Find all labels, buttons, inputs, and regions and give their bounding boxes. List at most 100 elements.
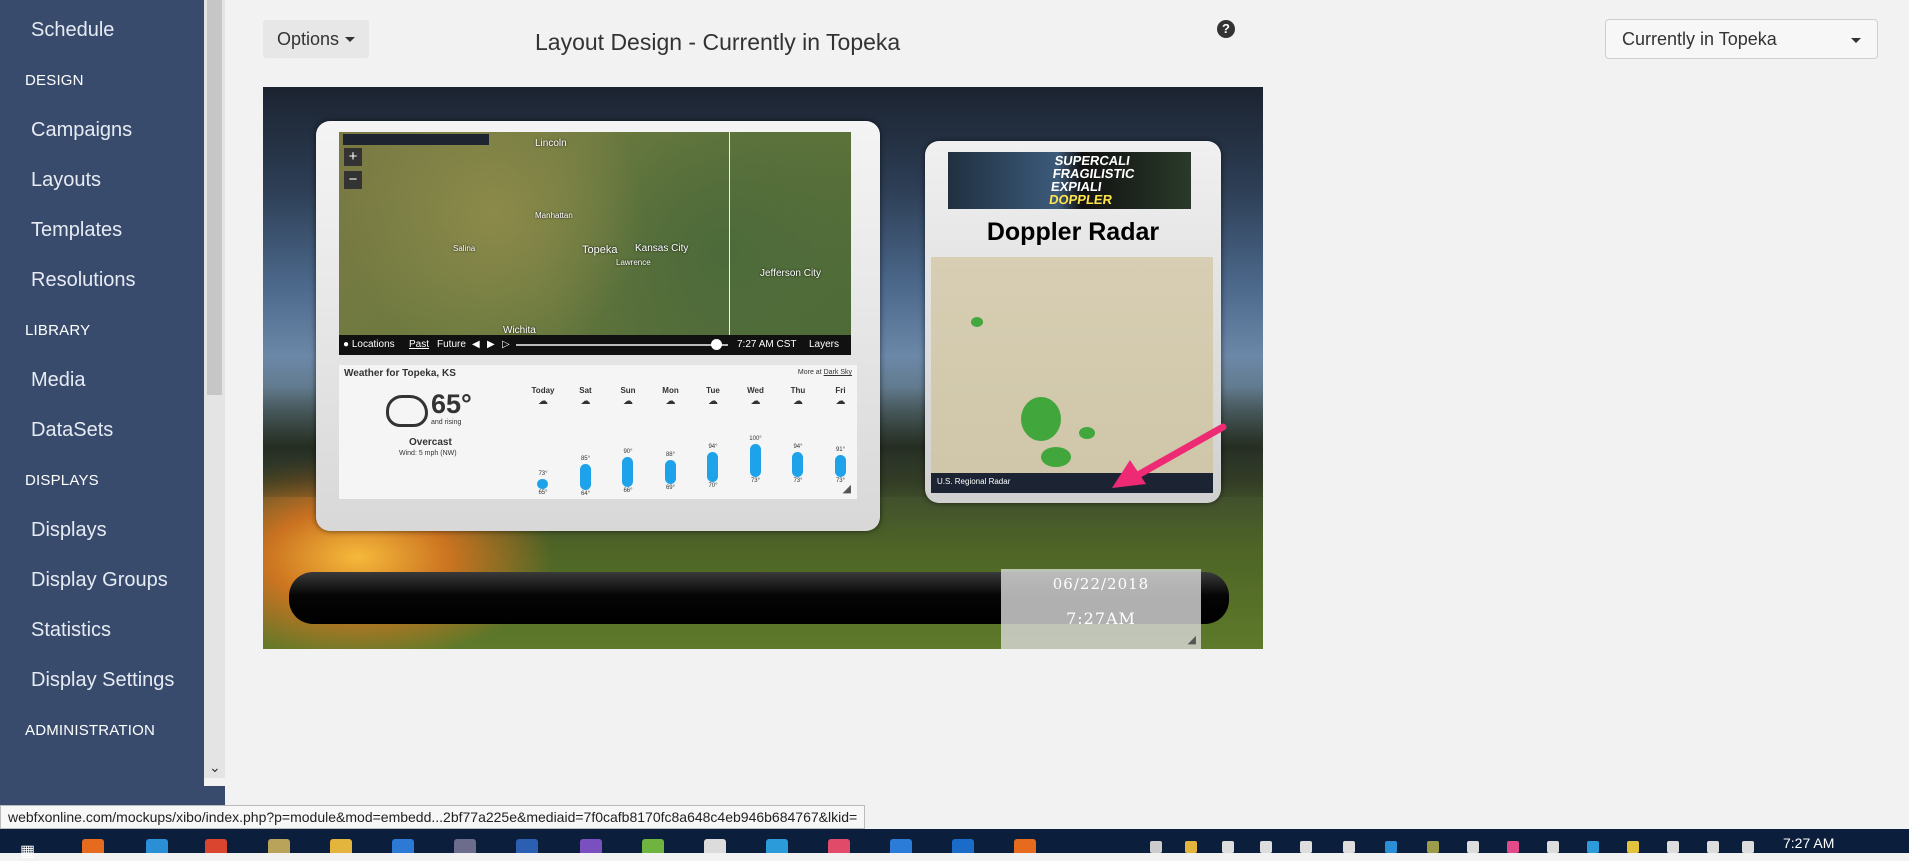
firefox-icon[interactable]: [82, 839, 104, 853]
partly-cloudy-icon: ☁: [708, 396, 718, 407]
doppler-banner-image: SUPERCALI FRAGILISTIC EXPIALI DOPPLER: [948, 152, 1191, 209]
weather-source-prefix: More at: [797, 369, 824, 376]
map-city: Topeka: [582, 244, 618, 256]
forecast-range-bar: [579, 464, 591, 490]
sidebar-item-statistics[interactable]: Statistics: [31, 619, 111, 642]
tray-icon[interactable]: [1467, 841, 1479, 853]
sidebar-item-displays[interactable]: Displays: [31, 519, 107, 542]
app-icon[interactable]: [454, 839, 476, 853]
map-region[interactable]: + − Lincoln Topeka Kansas City Jefferson…: [316, 121, 880, 531]
help-icon[interactable]: ?: [1217, 20, 1235, 38]
partly-cloudy-icon: ☁: [793, 396, 803, 407]
locations-label: Locations: [351, 339, 395, 350]
app-icon[interactable]: [580, 839, 602, 853]
app-icon[interactable]: [642, 839, 664, 853]
mail-icon[interactable]: [890, 839, 912, 853]
radar-echo: [1041, 447, 1071, 467]
tray-icon[interactable]: [1222, 841, 1234, 853]
weather-widget[interactable]: Weather for Topeka, KS More at Dark Sky …: [339, 365, 857, 499]
dark-sky-link[interactable]: Dark Sky: [824, 369, 852, 376]
layers-button[interactable]: Layers: [809, 339, 839, 350]
tray-icon[interactable]: [1667, 841, 1679, 853]
sidebar-item-templates[interactable]: Templates: [31, 219, 122, 242]
resize-grip-icon[interactable]: ◢: [843, 482, 851, 495]
tray-icon[interactable]: [1260, 841, 1272, 853]
sidebar-nav: Schedule DESIGN Campaigns Layouts Templa…: [0, 0, 204, 786]
map-city: Lawrence: [616, 258, 651, 267]
display-select[interactable]: Currently in Topeka: [1605, 19, 1878, 59]
tray-icon[interactable]: [1547, 841, 1559, 853]
weather-map[interactable]: + − Lincoln Topeka Kansas City Jefferson…: [339, 132, 851, 335]
tray-icon[interactable]: [1627, 841, 1639, 853]
sidebar-item-schedule[interactable]: Schedule: [31, 19, 114, 42]
forecast-day: Mon ☁ 88° 69°: [657, 386, 685, 498]
tray-icon[interactable]: [1427, 841, 1439, 853]
tray-icon[interactable]: [1385, 841, 1397, 853]
tray-icon[interactable]: [1587, 841, 1599, 853]
sidebar-item-media[interactable]: Media: [31, 369, 85, 392]
resize-grip-icon[interactable]: ◢: [1188, 633, 1196, 646]
forecast-low: 73°: [793, 478, 803, 484]
sidebar-item-layouts[interactable]: Layouts: [31, 169, 101, 192]
ie-icon[interactable]: [146, 839, 168, 853]
network-icon[interactable]: [1707, 841, 1719, 853]
windows-start-icon[interactable]: ▦: [20, 841, 35, 861]
locations-button[interactable]: ● Locations: [343, 339, 395, 350]
future-button[interactable]: Future: [437, 339, 466, 350]
itunes-icon[interactable]: [828, 839, 850, 853]
forecast-range-bar: [749, 444, 761, 477]
firefox-icon[interactable]: [1014, 839, 1036, 853]
partly-cloudy-icon: ☁: [750, 396, 761, 407]
step-forward-icon[interactable]: ▷: [502, 339, 510, 350]
app-icon[interactable]: [766, 839, 788, 853]
calculator-icon[interactable]: [704, 839, 726, 853]
past-button[interactable]: Past: [409, 339, 429, 350]
sidebar-overflow: [0, 786, 225, 805]
forecast-range-bar: [537, 479, 548, 489]
forecast-day: Tue ☁ 94° 70°: [699, 386, 727, 498]
word-icon[interactable]: [516, 839, 538, 853]
zoom-out-button[interactable]: −: [344, 171, 362, 189]
sidebar-heading-library: LIBRARY: [25, 322, 91, 339]
tray-icon[interactable]: [1343, 841, 1355, 853]
forecast-high: 94°: [708, 443, 718, 450]
photoshop-icon[interactable]: [392, 839, 414, 853]
sidebar-scrollbar[interactable]: ⌄: [204, 0, 225, 778]
chevron-down-icon[interactable]: ⌄: [209, 759, 221, 776]
forecast-range-bar: [707, 451, 718, 482]
timeline-slider[interactable]: [516, 344, 728, 346]
sidebar-item-campaigns[interactable]: Campaigns: [31, 119, 132, 142]
radar-title: Doppler Radar: [986, 218, 1160, 246]
chrome-icon[interactable]: [205, 839, 227, 853]
options-button[interactable]: Options: [263, 20, 369, 58]
tray-icon[interactable]: [1300, 841, 1312, 853]
map-city: Kansas City: [635, 243, 689, 254]
sidebar-item-display-groups[interactable]: Display Groups: [31, 569, 168, 592]
windows-taskbar: ▦ 7:27 AM: [0, 829, 1909, 860]
notepad-icon[interactable]: [268, 839, 290, 853]
forecast-day-name: Sun: [620, 386, 636, 395]
folder-icon[interactable]: [330, 839, 352, 853]
forecast-day: Thu ☁ 94° 73°: [784, 386, 812, 498]
play-icon[interactable]: ▶: [487, 339, 495, 350]
clock-widget[interactable]: 06/22/2018 7:27AM ◢: [1001, 569, 1201, 649]
clock-date: 06/22/2018: [1052, 575, 1150, 593]
tray-icon[interactable]: [1150, 841, 1162, 853]
forecast-high: 91°: [835, 447, 846, 453]
tray-icon[interactable]: [1185, 841, 1197, 853]
outlook-icon[interactable]: [952, 839, 974, 853]
precip-legend: [343, 134, 489, 145]
timeline-slider-handle[interactable]: [711, 339, 722, 350]
forecast-day: Wed ☁ 100° 73°: [742, 386, 770, 498]
sidebar-item-display-settings[interactable]: Display Settings: [31, 669, 174, 692]
sidebar-item-resolutions[interactable]: Resolutions: [31, 269, 136, 292]
caret-down-icon: [345, 36, 356, 42]
taskbar-clock[interactable]: 7:27 AM: [1783, 835, 1834, 851]
forecast-range-bar: [834, 455, 846, 477]
zoom-in-button[interactable]: +: [344, 148, 362, 166]
sidebar-item-datasets[interactable]: DataSets: [31, 419, 113, 442]
tray-icon[interactable]: [1507, 841, 1519, 853]
step-back-icon[interactable]: ◀: [472, 339, 480, 350]
volume-icon[interactable]: [1742, 841, 1754, 853]
sidebar-scrollbar-thumb[interactable]: [207, 0, 222, 395]
